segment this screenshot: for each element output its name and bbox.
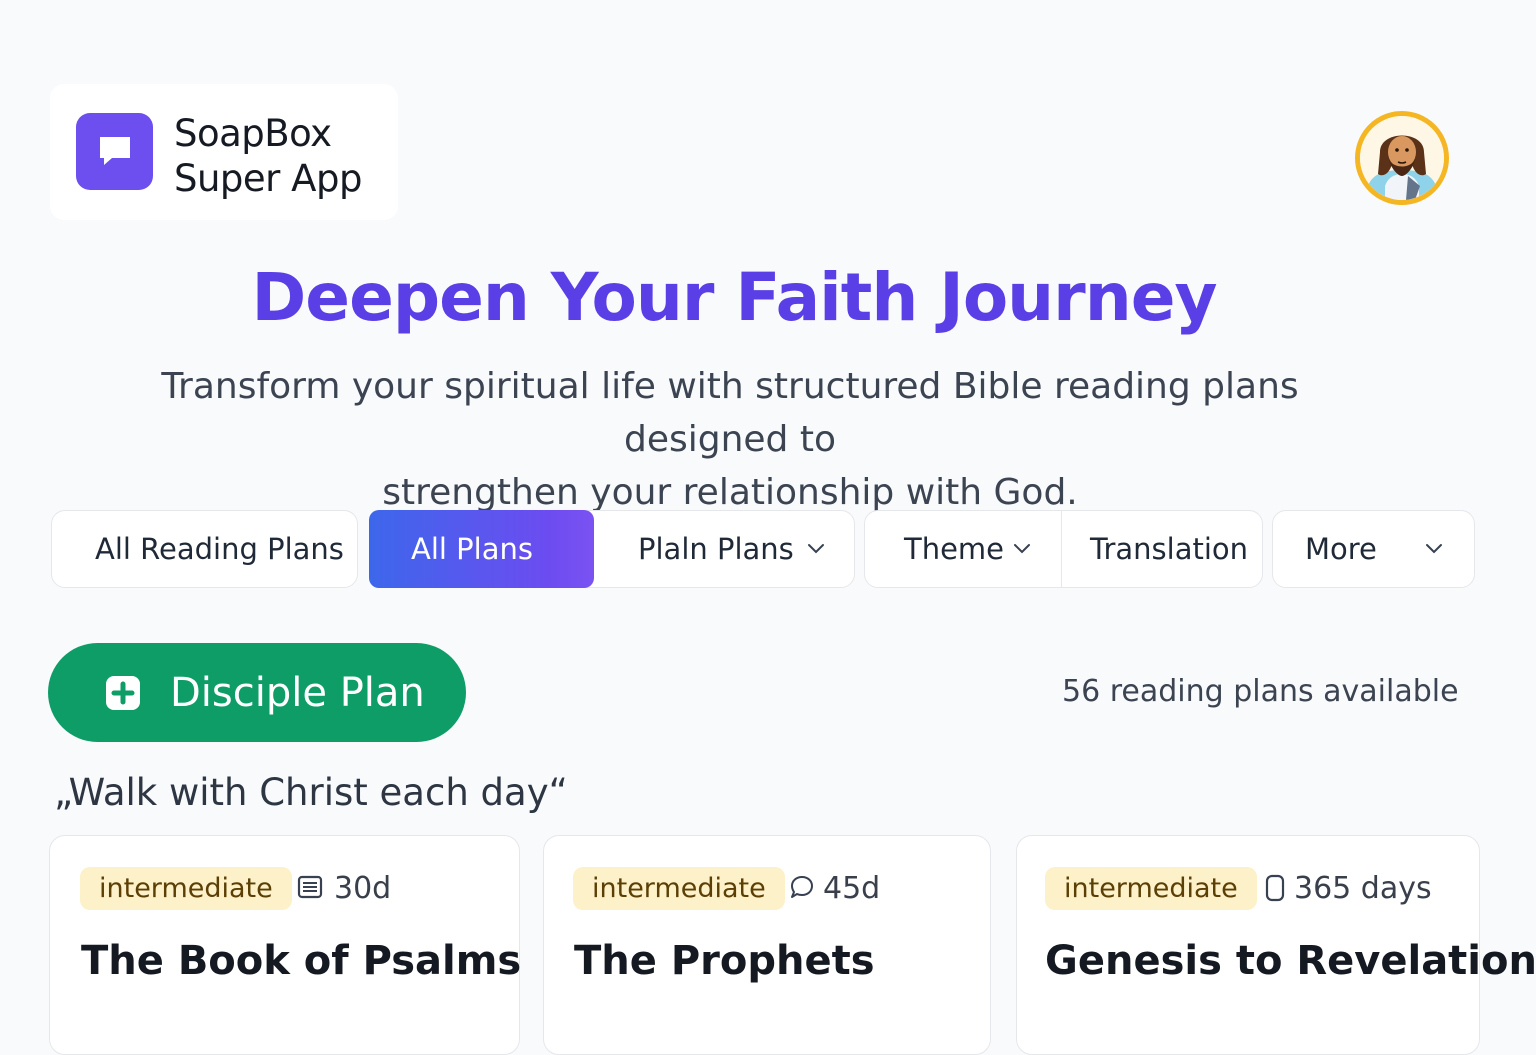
level-badge: intermediate (1045, 867, 1257, 910)
filter-all-reading-plans[interactable]: All Reading Plans (51, 510, 358, 588)
filter-theme[interactable]: Theme (904, 531, 1004, 567)
app-logo[interactable]: SoapBox Super App (50, 84, 398, 220)
jesus-avatar-icon (1360, 116, 1444, 200)
plan-count: 56 reading plans available (1062, 674, 1459, 709)
level-badge: intermediate (573, 867, 785, 910)
plan-duration: 365 days (1294, 871, 1432, 906)
filter-more[interactable]: More (1272, 510, 1475, 588)
filter-group-theme-translation: Theme Translation (864, 510, 1263, 588)
plan-duration: 30d (334, 871, 392, 906)
chat-bubble-icon (791, 876, 813, 898)
chevron-down-icon[interactable] (1012, 542, 1032, 556)
page-title: Deepen Your Faith Journey (251, 259, 1218, 336)
filter-plain-plans[interactable]: Plaln Plans (638, 531, 794, 567)
chat-bubble-icon (76, 113, 153, 190)
user-avatar[interactable] (1355, 111, 1449, 205)
disciple-plan-button[interactable]: Disciple Plan (48, 643, 466, 742)
plan-card[interactable]: intermediate 45d The Prophets (543, 835, 991, 1055)
filter-divider (1061, 511, 1062, 587)
chevron-down-icon[interactable] (806, 542, 826, 556)
level-badge: intermediate (80, 867, 292, 910)
page-subtitle: Transform your spiritual life with struc… (161, 366, 1299, 513)
plan-title: Genesis to Revelation (1045, 938, 1536, 984)
app-name: SoapBox Super App (174, 112, 362, 200)
daily-quote: „Walk with Christ each day“ (54, 771, 568, 814)
plan-title: The Prophets (574, 938, 875, 984)
plus-square-icon (106, 676, 140, 710)
filter-translation[interactable]: Translation (1090, 531, 1248, 567)
plan-card[interactable]: intermediate 30d The Book of Psalms (49, 835, 522, 1055)
calendar-list-icon (297, 875, 323, 899)
plan-duration: 45d (823, 871, 881, 906)
phone-icon (1265, 874, 1285, 902)
plan-title: The Book of Psalms (81, 938, 522, 984)
plan-card[interactable]: intermediate 365 days Genesis to Revelat… (1016, 835, 1536, 1055)
chevron-down-icon (1426, 544, 1442, 554)
filter-all-plans[interactable]: All Plans (369, 510, 594, 588)
